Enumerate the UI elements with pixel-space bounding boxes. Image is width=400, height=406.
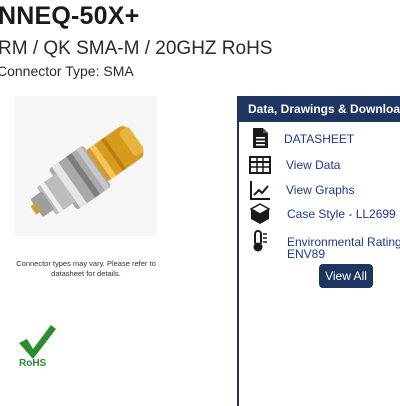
- cube-icon: [249, 203, 271, 224]
- view-all-button[interactable]: View All: [319, 264, 373, 288]
- datasheet-label: DATASHEET: [284, 132, 355, 146]
- line-chart-icon: [250, 181, 270, 200]
- rohs-label: RoHS: [19, 358, 47, 369]
- environmental-rating-value: ENV89: [287, 247, 326, 261]
- view-graphs-label: View Graphs: [286, 183, 355, 197]
- downloads-panel: Data, Drawings & Downloads DATASHEET Vie…: [237, 96, 400, 406]
- thermometer-icon: [253, 230, 267, 252]
- product-image[interactable]: [15, 96, 157, 236]
- panel-heading: Data, Drawings & Downloads: [248, 102, 400, 116]
- document-icon: [253, 128, 268, 148]
- product-subtitle: RM / QK SMA-M / 20GHZ RoHS: [0, 38, 273, 59]
- case-style-label: Case Style - LL2699: [287, 207, 396, 221]
- connector-type: Connector Type: SMA: [0, 63, 134, 79]
- table-icon: [249, 156, 271, 174]
- view-data-label: View Data: [286, 158, 341, 172]
- panel-header: Data, Drawings & Downloads: [239, 96, 400, 122]
- rohs-badge: RoHS: [17, 323, 57, 371]
- image-note: Connector types may vary. Please refer t…: [16, 259, 156, 278]
- product-title: NNEQ-50X+: [0, 2, 140, 30]
